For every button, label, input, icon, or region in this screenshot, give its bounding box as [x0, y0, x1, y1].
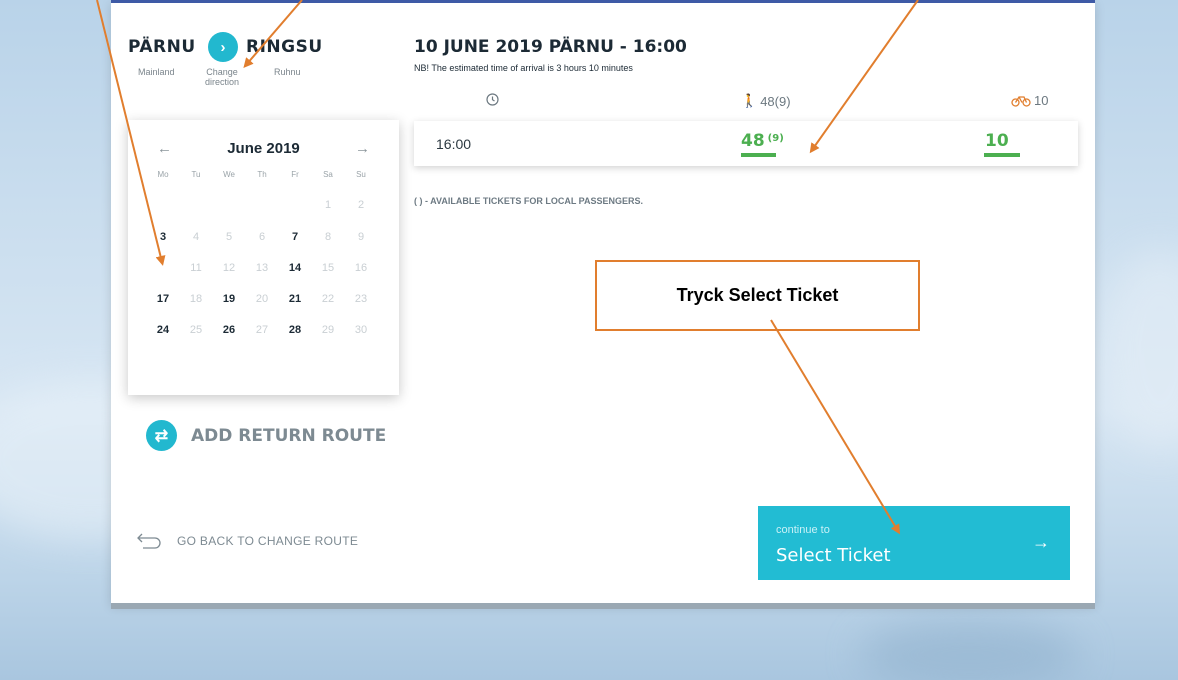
calendar-day: 23 — [354, 293, 368, 305]
available-passenger-tickets: 48 (9) — [741, 131, 784, 151]
bicycle-icon — [1011, 95, 1031, 107]
local-passengers-legend: ( ) - AVAILABLE TICKETS FOR LOCAL PASSEN… — [414, 196, 644, 206]
trip-arrival-note: NB! The estimated time of arrival is 3 h… — [414, 63, 633, 73]
calendar-day: 22 — [321, 293, 335, 305]
passenger-count: 48 — [741, 131, 765, 151]
calendar-day: 13 — [255, 262, 269, 274]
calendar: ← June 2019 → Mo Tu We Th Fr Sa Su 1 2 3 4 5 6 7 8 9 10 1… — [128, 120, 399, 395]
bike-availability-bar — [984, 153, 1020, 157]
calendar-day: 30 — [354, 324, 368, 336]
go-back-button[interactable]: GO BACK TO CHANGE ROUTE — [135, 532, 358, 550]
passengers-column-header: 🚶 48(9) — [741, 93, 791, 109]
weekday-tu: Tu — [191, 170, 201, 179]
calendar-day: 25 — [189, 324, 203, 336]
go-back-label: GO BACK TO CHANGE ROUTE — [177, 534, 359, 548]
annotation-callout-text: Tryck Select Ticket — [676, 285, 839, 305]
weekday-th: Th — [257, 170, 267, 179]
calendar-day: 1 — [324, 199, 332, 211]
weekday-we: We — [223, 170, 235, 179]
route-to-sub: Ruhnu — [274, 67, 301, 77]
calendar-day: 5 — [225, 231, 233, 243]
next-month-button[interactable]: → — [355, 140, 370, 157]
calendar-day: 29 — [321, 324, 335, 336]
departure-time: 16:00 — [436, 136, 472, 152]
calendar-day[interactable]: 17 — [148, 286, 178, 312]
calendar-day[interactable]: 14 — [280, 255, 310, 281]
hiker-icon: 🚶 — [741, 93, 758, 108]
route-from-sub: Mainland — [138, 67, 175, 77]
available-bike-tickets: 10 — [985, 131, 1009, 151]
calendar-day: 6 — [258, 231, 266, 243]
weekday-su: Su — [356, 170, 366, 179]
calendar-header: ← June 2019 → — [128, 140, 399, 160]
calendar-day: 15 — [321, 262, 335, 274]
continue-big-label: Select Ticket — [776, 545, 891, 566]
calendar-day: 20 — [255, 293, 269, 305]
calendar-day[interactable]: 28 — [280, 317, 310, 343]
calendar-day[interactable]: 26 — [214, 317, 244, 343]
swap-arrows-icon: ⇄ — [146, 420, 177, 451]
calendar-day: 2 — [357, 199, 365, 211]
calendar-day: 18 — [189, 293, 203, 305]
calendar-day[interactable]: 21 — [280, 286, 310, 312]
change-direction-button[interactable]: › — [208, 32, 238, 62]
route-from-name: PÄRNU — [128, 37, 196, 57]
calendar-day: 16 — [354, 262, 368, 274]
weekday-sa: Sa — [323, 170, 333, 179]
departure-row[interactable]: 16:00 48 (9) 10 — [414, 121, 1078, 166]
add-return-route-button[interactable]: ⇄ ADD RETURN ROUTE — [146, 420, 386, 451]
annotation-callout: Tryck Select Ticket — [595, 260, 920, 331]
passenger-availability-bar — [741, 153, 776, 157]
continue-small-label: continue to — [776, 524, 830, 536]
clock-icon — [486, 93, 499, 106]
weekday-mo: Mo — [157, 170, 169, 179]
weekday-fr: Fr — [291, 170, 299, 179]
calendar-day: 11 — [190, 262, 202, 274]
calendar-day[interactable]: 7 — [280, 224, 310, 250]
change-direction-label: Change direction — [204, 67, 240, 87]
time-column-header — [486, 93, 499, 106]
continue-select-ticket-button[interactable]: continue to Select Ticket → — [758, 506, 1070, 580]
calendar-day: 8 — [324, 231, 332, 243]
calendar-day: 12 — [222, 262, 236, 274]
passengers-column-label: 48(9) — [760, 93, 791, 109]
calendar-day-selected[interactable]: 10 — [146, 251, 180, 285]
calendar-day[interactable]: 3 — [148, 224, 178, 250]
calendar-day[interactable]: 19 — [214, 286, 244, 312]
arrow-right-icon: → — [1032, 532, 1050, 552]
chevron-right-icon: › — [220, 38, 226, 56]
bikes-column-header: 10 — [1011, 93, 1048, 108]
calendar-day: 27 — [255, 324, 269, 336]
back-arrow-icon — [137, 533, 161, 549]
calendar-day: 9 — [357, 231, 365, 243]
route-to-name: RINGSU — [246, 37, 323, 57]
add-return-route-label: ADD RETURN ROUTE — [191, 425, 387, 446]
bikes-column-label: 10 — [1034, 93, 1049, 108]
calendar-day: 4 — [192, 231, 200, 243]
local-passenger-count: (9) — [767, 133, 784, 144]
calendar-day[interactable]: 24 — [148, 317, 178, 343]
trip-title: 10 JUNE 2019 PÄRNU - 16:00 — [414, 37, 687, 57]
